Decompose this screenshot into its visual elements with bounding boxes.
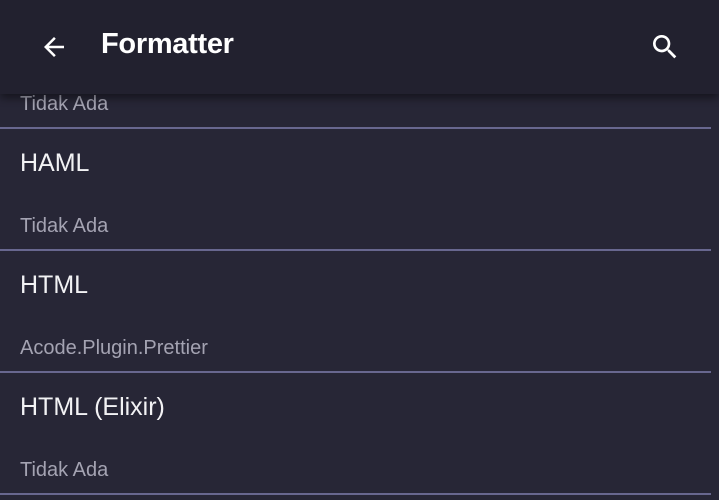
item-subtitle: Tidak Ada: [20, 215, 109, 237]
back-button[interactable]: [31, 24, 77, 70]
list-item[interactable]: HTML (Elixir) Tidak Ada: [0, 373, 711, 495]
item-subtitle: Tidak Ada: [20, 459, 109, 481]
item-title: HTML (Elixir): [20, 393, 165, 421]
list-item[interactable]: HAML Tidak Ada: [0, 129, 711, 251]
item-title: HTML: [20, 271, 89, 299]
search-icon: [653, 35, 677, 59]
arrow-left-icon: [44, 37, 64, 57]
formatter-screen: Tidak Ada HAML Tidak Ada HTML Acode.Plug…: [0, 0, 719, 500]
item-subtitle: Acode.Plugin.Prettier: [20, 337, 208, 359]
list-item[interactable]: HTML Acode.Plugin.Prettier: [0, 251, 711, 373]
item-subtitle: Tidak Ada: [20, 93, 109, 115]
app-header: Formatter: [0, 0, 719, 94]
page-title: Formatter: [101, 28, 234, 60]
item-title: HAML: [20, 149, 90, 177]
search-button[interactable]: [642, 24, 688, 70]
